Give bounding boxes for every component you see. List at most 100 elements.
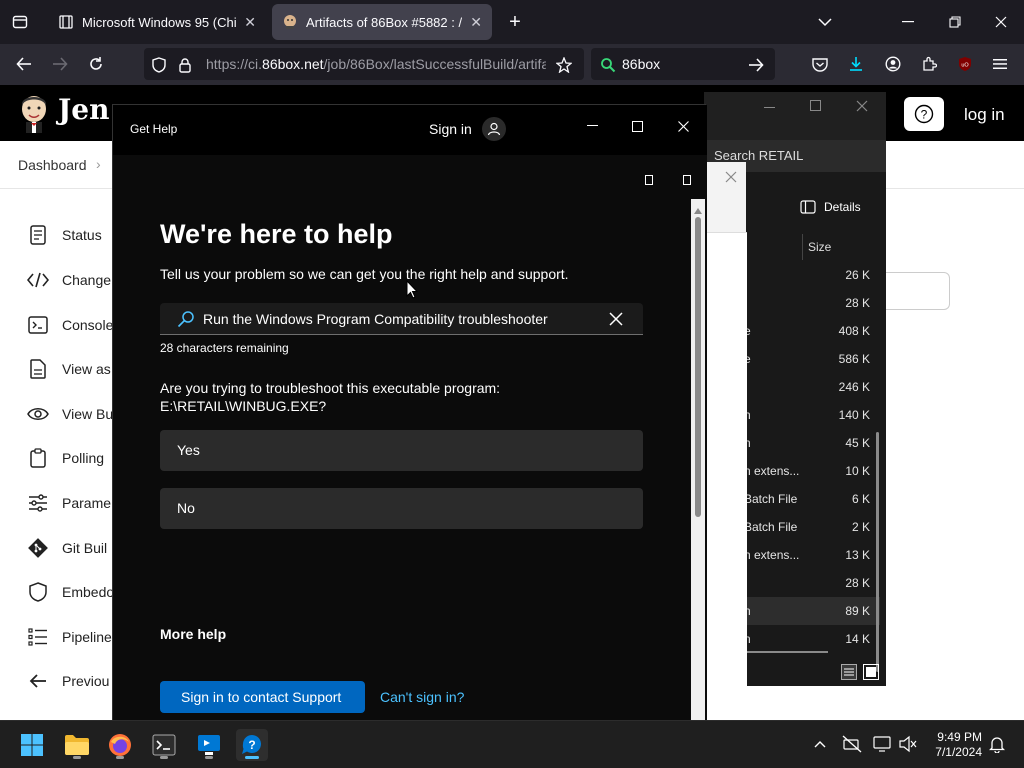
- volume-muted-icon[interactable]: [897, 733, 919, 755]
- application-menu-icon[interactable]: [988, 52, 1012, 76]
- list-item[interactable]: e 408 K: [744, 317, 880, 345]
- sidebar-item-label: Git Buil: [62, 540, 108, 556]
- close-tab-icon[interactable]: ✕: [470, 14, 482, 31]
- notification-bell-icon[interactable]: [986, 733, 1008, 755]
- tiles-view-icon[interactable]: [863, 664, 879, 683]
- ublock-origin-icon[interactable]: uO: [953, 52, 977, 76]
- pocket-icon[interactable]: [808, 52, 832, 76]
- sidebar-item-pipeline[interactable]: Pipeline: [26, 625, 112, 649]
- downloads-icon[interactable]: [844, 52, 868, 76]
- sign-in-link[interactable]: Sign in: [429, 121, 472, 137]
- maximize-icon[interactable]: [622, 111, 652, 141]
- sidebar-item-console[interactable]: Console: [26, 313, 113, 337]
- list-item[interactable]: n 14 K: [744, 625, 880, 653]
- page-subtitle: Tell us your problem so we can get you t…: [160, 266, 569, 282]
- list-item[interactable]: Batch File 2 K: [744, 513, 880, 541]
- extensions-icon[interactable]: [917, 52, 941, 76]
- terminal-taskbar-button[interactable]: [148, 729, 180, 761]
- jenkins-logo-text[interactable]: Jen: [58, 93, 109, 126]
- get-help-taskbar-button[interactable]: ?: [236, 729, 268, 761]
- scrollbar-thumb[interactable]: [695, 217, 701, 517]
- search-go-arrow-icon[interactable]: [746, 55, 766, 75]
- account-icon[interactable]: [881, 52, 905, 76]
- help-button[interactable]: ?: [904, 97, 944, 131]
- close-icon[interactable]: [725, 170, 737, 188]
- horizontal-scrollbar[interactable]: [744, 651, 828, 653]
- show-hidden-icons-chevron-icon[interactable]: [809, 733, 831, 755]
- list-all-tabs-icon[interactable]: [813, 10, 837, 34]
- list-item[interactable]: 28 K: [744, 289, 880, 317]
- browser-tab-windows95[interactable]: Microsoft Windows 95 (Chicago) ✕: [48, 4, 266, 40]
- firefox-view-icon[interactable]: [8, 10, 32, 34]
- yes-button[interactable]: Yes: [160, 430, 643, 471]
- firefox-taskbar-button[interactable]: [104, 729, 136, 761]
- restore-icon[interactable]: [943, 10, 967, 34]
- minimize-icon[interactable]: [764, 100, 776, 116]
- close-icon[interactable]: [856, 100, 868, 115]
- minimize-icon[interactable]: [577, 111, 607, 141]
- sidebar-item-git-build[interactable]: Git Buil: [26, 536, 107, 560]
- clock-date: 7/1/2024: [935, 745, 982, 759]
- display-icon[interactable]: [872, 733, 894, 755]
- tracking-protection-shield-icon[interactable]: [150, 56, 168, 74]
- address-bar[interactable]: https://ci.86box.net/job/86Box/lastSucce…: [144, 48, 584, 80]
- list-item[interactable]: n 89 K: [744, 597, 880, 625]
- close-window-icon[interactable]: [989, 10, 1013, 34]
- close-icon[interactable]: [668, 111, 698, 141]
- person-icon[interactable]: [482, 117, 506, 141]
- cant-sign-in-link[interactable]: Can't sign in?: [380, 689, 464, 705]
- close-tab-icon[interactable]: ✕: [244, 14, 256, 31]
- maximize-icon[interactable]: [810, 100, 822, 115]
- get-help-content: We're here to help Tell us your problem …: [113, 155, 707, 726]
- remote-desktop-taskbar-button[interactable]: [193, 729, 225, 761]
- reload-icon[interactable]: [84, 52, 108, 76]
- list-item[interactable]: 26 K: [744, 261, 880, 289]
- bookmark-star-icon[interactable]: [554, 55, 574, 75]
- sidebar-item-status[interactable]: Status: [26, 223, 102, 247]
- minimize-icon[interactable]: [896, 10, 920, 34]
- column-separator[interactable]: [802, 234, 803, 260]
- browser-tab-artifacts[interactable]: Artifacts of 86Box #5882 : /Old ✕: [272, 4, 492, 40]
- list-item[interactable]: 28 K: [744, 569, 880, 597]
- sidebar-item-parameters[interactable]: Parame: [26, 491, 111, 515]
- sidebar-item-previous[interactable]: Previou: [26, 669, 109, 693]
- file-explorer-taskbar-button[interactable]: [61, 729, 93, 761]
- search-bar[interactable]: 86box: [591, 48, 775, 80]
- compact-view-icon[interactable]: [643, 173, 657, 187]
- clock[interactable]: 9:49 PM 7/1/2024: [928, 730, 982, 760]
- back-arrow-icon[interactable]: [12, 52, 36, 76]
- sidebar-item-view-build[interactable]: View Bu: [26, 402, 113, 426]
- list-view-icon[interactable]: [841, 664, 857, 683]
- details-button[interactable]: Details: [800, 200, 861, 214]
- sidebar-item-view-as[interactable]: View as: [26, 357, 111, 381]
- network-disconnected-icon[interactable]: [841, 733, 863, 755]
- log-in-link[interactable]: log in: [964, 105, 1005, 125]
- no-button[interactable]: No: [160, 488, 643, 529]
- jenkins-filter-input[interactable]: [886, 272, 950, 310]
- start-button[interactable]: [16, 729, 48, 761]
- list-item[interactable]: n 45 K: [744, 429, 880, 457]
- svg-text:?: ?: [248, 738, 255, 752]
- sidebar-item-polling[interactable]: Polling: [26, 446, 104, 470]
- problem-search-input[interactable]: Run the Windows Program Compatibility tr…: [160, 303, 643, 335]
- new-tab-icon[interactable]: +: [503, 10, 527, 34]
- clear-search-icon[interactable]: [606, 309, 626, 329]
- jenkins-butler-logo-icon[interactable]: [18, 93, 50, 133]
- list-item[interactable]: 246 K: [744, 373, 880, 401]
- list-item[interactable]: n extens... 10 K: [744, 457, 880, 485]
- lock-icon[interactable]: [176, 56, 194, 74]
- sidebar-item-changes[interactable]: Change: [26, 268, 111, 292]
- list-item[interactable]: n 140 K: [744, 401, 880, 429]
- vertical-scrollbar[interactable]: [876, 432, 879, 672]
- list-item[interactable]: e 586 K: [744, 345, 880, 373]
- contact-support-button[interactable]: Sign in to contact Support: [160, 681, 365, 713]
- breadcrumb-dashboard[interactable]: Dashboard: [18, 157, 87, 173]
- forward-arrow-icon[interactable]: [48, 52, 72, 76]
- list-item[interactable]: n extens... 13 K: [744, 541, 880, 569]
- vertical-scrollbar[interactable]: [691, 199, 705, 726]
- list-item[interactable]: Batch File 6 K: [744, 485, 880, 513]
- expand-view-icon[interactable]: [681, 173, 695, 187]
- details-label: Details: [824, 200, 861, 214]
- sidebar-item-embeddable[interactable]: Embedo: [26, 580, 114, 604]
- size-column-header[interactable]: Size: [808, 240, 831, 254]
